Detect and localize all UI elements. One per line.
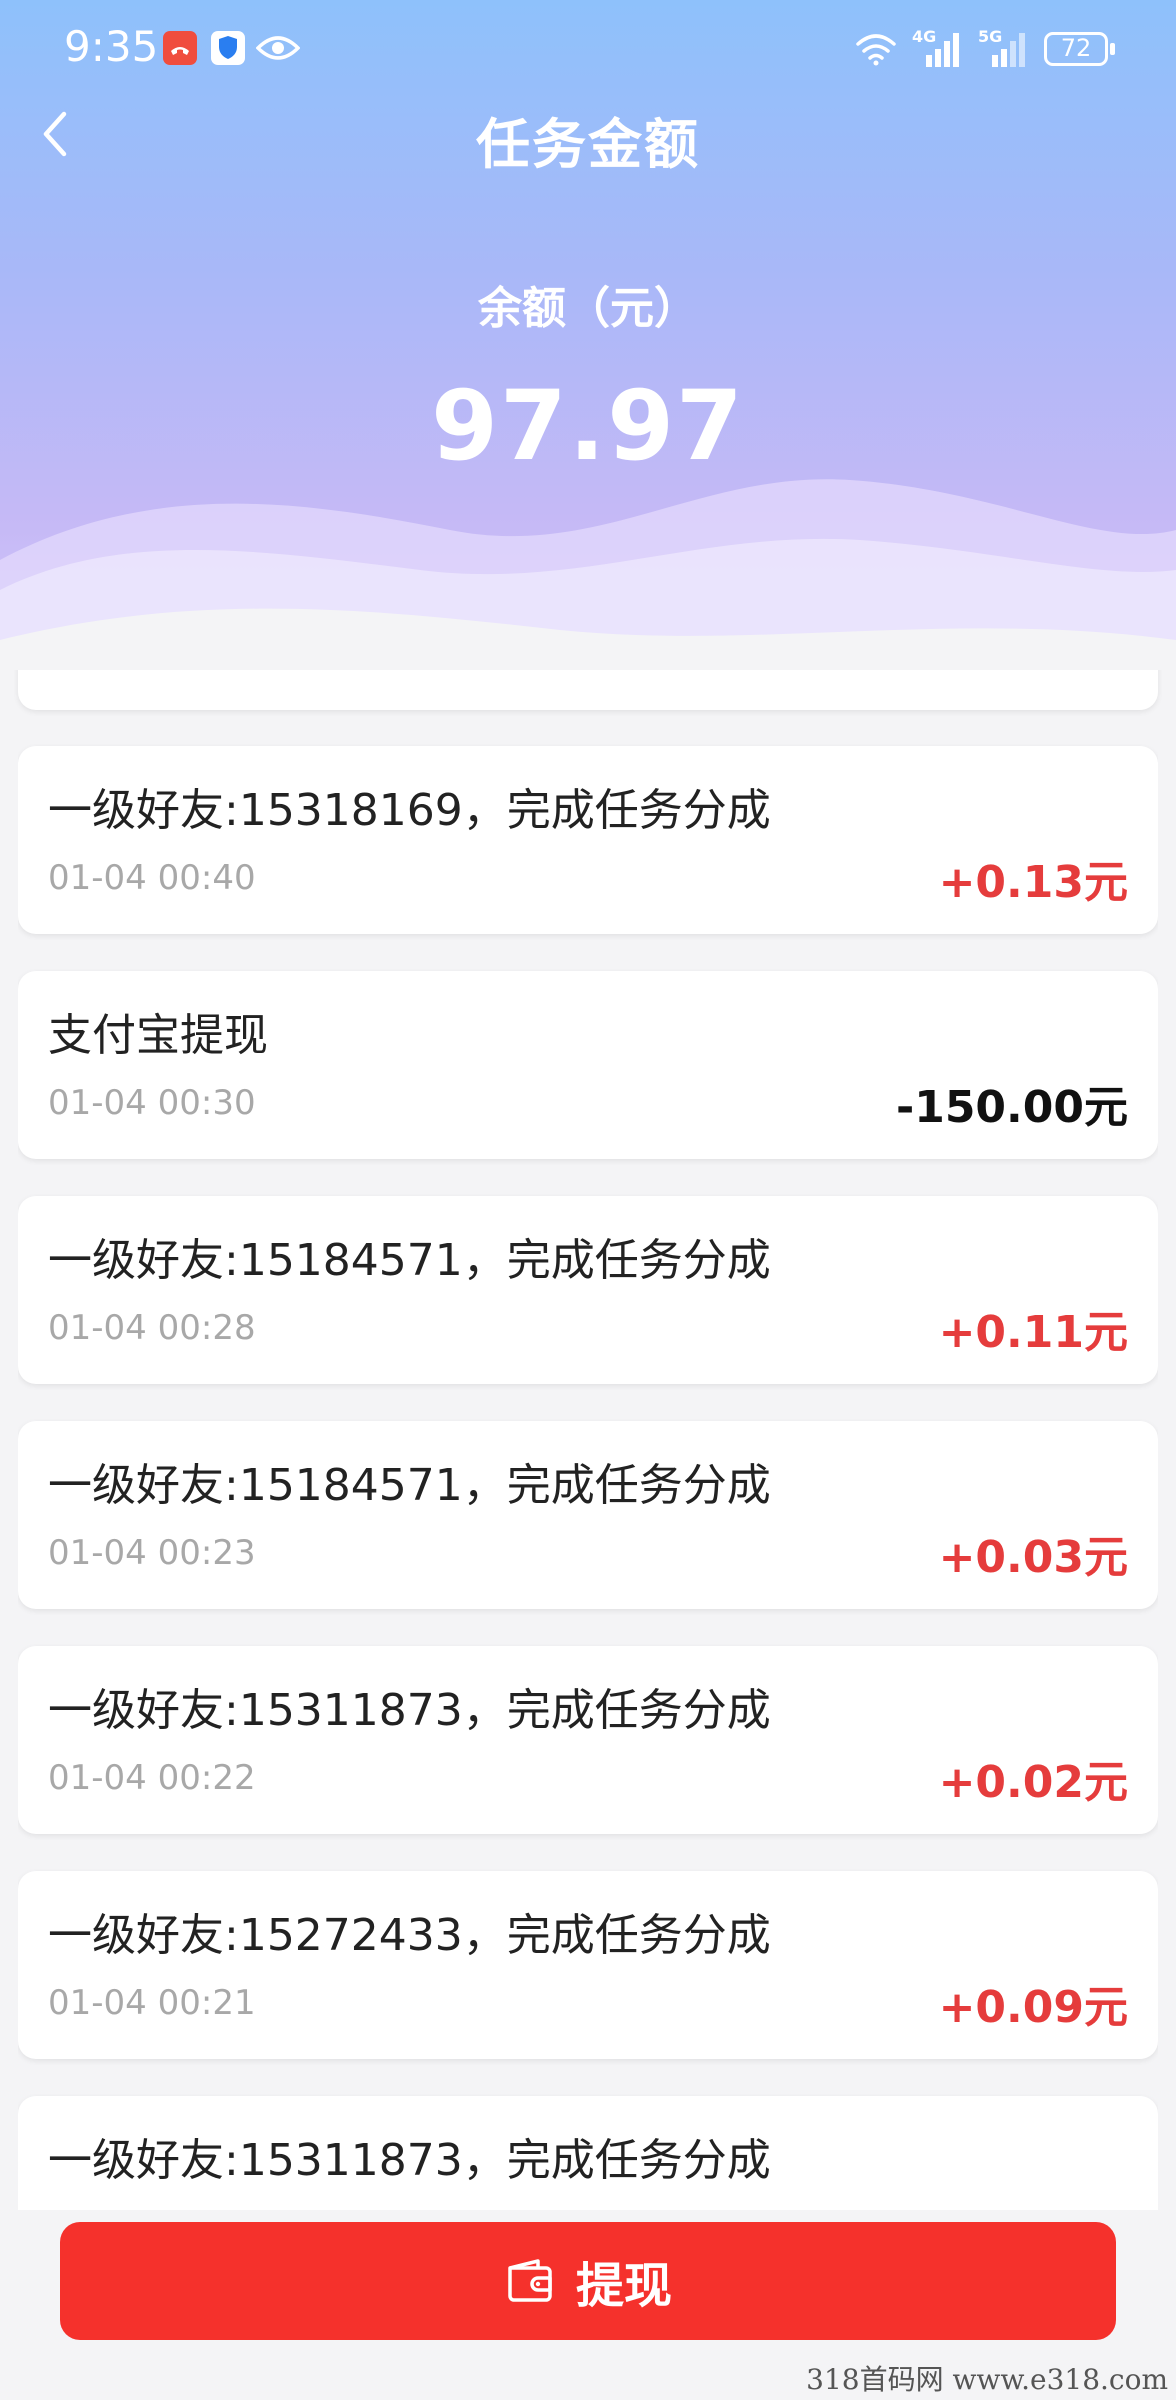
transaction-time: 01-04 00:40 (48, 858, 256, 898)
wifi-icon (856, 34, 896, 66)
balance-value: 97.97 (431, 370, 745, 482)
transaction-amount: +0.03元 (938, 1532, 1128, 1583)
transaction-time: 01-04 00:21 (48, 1983, 256, 2023)
transaction-time: 01-04 00:23 (48, 1533, 256, 1573)
task-amount-page: 9:35 4G 5G 72 任务金额 余额（元） 97.97 一级好友:1531… (0, 0, 1176, 2400)
transaction-item[interactable]: 一级好友:15272433，完成任务分成 01-04 00:21 +0.09元 (18, 1871, 1158, 2059)
watermark: 318首码网 www.e318.com (806, 2363, 1168, 2396)
status-time: 9:35 (64, 22, 159, 71)
transaction-desc: 一级好友:15184571，完成任务分成 (48, 1235, 771, 1286)
transaction-time: 01-04 00:28 (48, 1308, 256, 1348)
transaction-desc: 一级好友:15272433，完成任务分成 (48, 1910, 771, 1961)
missed-call-icon (163, 31, 197, 65)
transaction-item[interactable]: 支付宝提现 01-04 00:30 -150.00元 (18, 971, 1158, 1159)
transaction-amount: +0.11元 (938, 1307, 1128, 1358)
network-label-5g: 5G (978, 27, 1003, 46)
withdraw-button[interactable]: 提现 (60, 2222, 1116, 2340)
transaction-amount: +0.02元 (938, 1757, 1128, 1808)
balance-label: 余额（元） (478, 283, 698, 334)
wallet-icon (508, 2259, 552, 2302)
transaction-desc: 支付宝提现 (48, 1010, 268, 1061)
transaction-time: 01-04 00:22 (48, 1758, 256, 1798)
transaction-amount: -150.00元 (895, 1082, 1128, 1133)
transaction-item[interactable]: 一级好友:15184571，完成任务分成 01-04 00:28 +0.11元 (18, 1196, 1158, 1384)
battery-level: 72 (1060, 34, 1092, 62)
signal-5g: 5G (978, 27, 1030, 69)
status-bar: 9:35 4G 5G 72 (0, 0, 1176, 100)
header: 9:35 4G 5G 72 任务金额 余额（元） 97.97 (0, 0, 1176, 690)
transaction-item[interactable]: 一级好友:15311873，完成任务分成 01-04 00:22 +0.02元 (18, 1646, 1158, 1834)
transaction-desc: 一级好友:15184571，完成任务分成 (48, 1460, 771, 1511)
status-right: 4G 5G 72 (854, 27, 1116, 70)
transaction-amount: +0.13元 (938, 857, 1128, 908)
page-title: 任务金额 (476, 113, 700, 176)
transaction-time: 01-04 00:30 (48, 1083, 256, 1123)
transaction-desc: 一级好友:15318169，完成任务分成 (48, 785, 771, 836)
transaction-desc: 一级好友:15311873，完成任务分成 (48, 2135, 771, 2186)
transaction-item[interactable]: 一级好友:15184571，完成任务分成 01-04 00:23 +0.03元 (18, 1421, 1158, 1609)
transaction-amount: +0.09元 (938, 1982, 1128, 2033)
transaction-desc: 一级好友:15311873，完成任务分成 (48, 1685, 771, 1736)
signal-4g: 4G (912, 27, 964, 69)
shield-icon (211, 31, 245, 65)
network-label-4g: 4G (912, 27, 937, 46)
battery-icon: 72 (1044, 32, 1116, 66)
eye-icon (256, 36, 300, 60)
transaction-item[interactable]: 一级好友:15318169，完成任务分成 01-04 00:40 +0.13元 (18, 746, 1158, 934)
transaction-item[interactable]: 一级好友:15311873，完成任务分成 +0.06元 (18, 2096, 1158, 2220)
transaction-list[interactable]: 一级好友:15318169，完成任务分成 01-04 00:40 +0.13元 … (18, 690, 1158, 2220)
withdraw-label: 提现 (575, 2258, 672, 2314)
